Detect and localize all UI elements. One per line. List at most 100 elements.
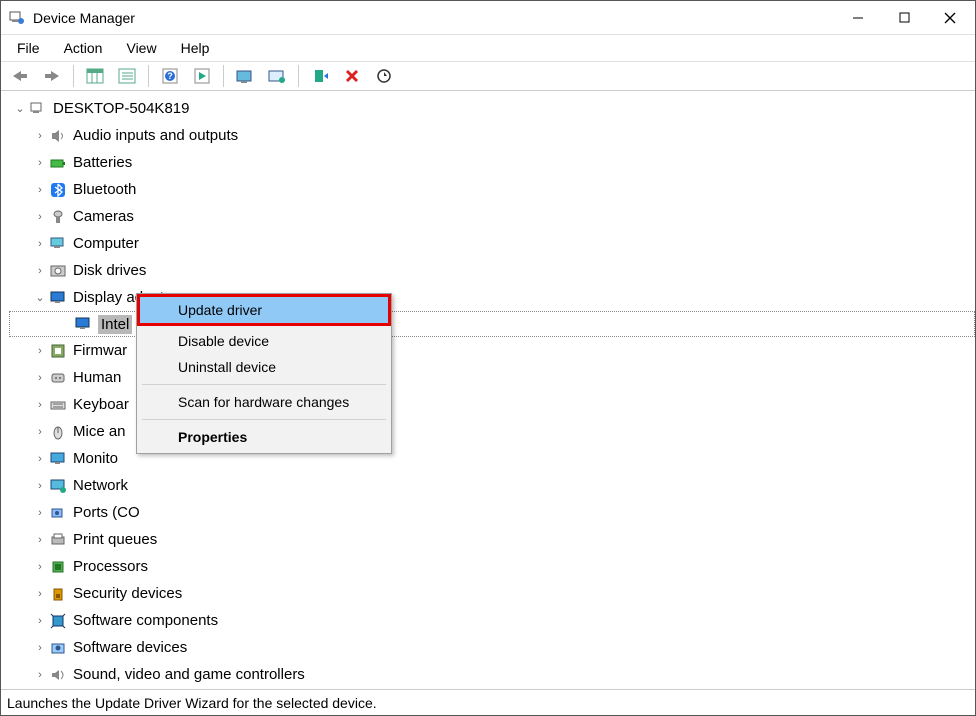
tree-node-label: Human [73, 369, 121, 386]
minimize-button[interactable] [835, 2, 881, 34]
highlight-annotation: Update driver [137, 294, 391, 326]
expander-icon[interactable]: ⌄ [33, 291, 47, 304]
toolbar-sep [298, 65, 299, 87]
tree-category[interactable]: › Bluetooth [9, 176, 975, 203]
expander-icon[interactable]: › [33, 588, 47, 600]
camera-icon [49, 208, 67, 226]
tree-category[interactable]: › Software devices [9, 634, 975, 661]
statusbar-text: Launches the Update Driver Wizard for th… [7, 695, 377, 711]
context-uninstall-device[interactable]: Uninstall device [140, 354, 388, 380]
tree-category[interactable]: › Computer [9, 230, 975, 257]
expander-icon[interactable]: › [33, 130, 47, 142]
expander-icon[interactable]: › [33, 265, 47, 277]
titlebar: Device Manager [1, 1, 975, 35]
expander-icon[interactable]: › [33, 426, 47, 438]
tree-root[interactable]: ⌄ DESKTOP-504K819 [13, 95, 975, 122]
context-menu: Update driver Disable device Uninstall d… [136, 293, 392, 454]
disk-icon [49, 262, 67, 280]
tree-category[interactable]: › Ports (CO [9, 499, 975, 526]
menu-view[interactable]: View [116, 38, 166, 58]
sound-icon [49, 666, 67, 684]
app-icon [9, 10, 25, 26]
keyboard-icon [49, 396, 67, 414]
tree-category[interactable]: ›Print queues [9, 526, 975, 553]
security-icon [49, 585, 67, 603]
tree-node-label: Audio inputs and outputs [73, 127, 238, 144]
computer-icon [49, 235, 67, 253]
tree-category[interactable]: › Audio inputs and outputs [9, 122, 975, 149]
toolbar-sep [223, 65, 224, 87]
context-properties[interactable]: Properties [140, 424, 388, 450]
toolbar-forward[interactable] [37, 64, 67, 88]
menu-action[interactable]: Action [54, 38, 113, 58]
expander-icon[interactable]: › [33, 534, 47, 546]
toolbar-list[interactable] [112, 64, 142, 88]
toolbar-properties[interactable] [230, 64, 260, 88]
menu-help[interactable]: Help [171, 38, 220, 58]
bluetooth-icon [49, 181, 67, 199]
expander-icon[interactable]: › [33, 184, 47, 196]
expander-icon[interactable]: › [33, 480, 47, 492]
expander-icon[interactable]: › [33, 399, 47, 411]
battery-icon [49, 154, 67, 172]
menu-file[interactable]: File [7, 38, 50, 58]
tree-category[interactable]: › Sound, video and game controllers [9, 661, 975, 688]
expander-icon[interactable]: › [33, 157, 47, 169]
network-icon [49, 477, 67, 495]
toolbar-back[interactable] [5, 64, 35, 88]
tree-category[interactable]: ›Processors [9, 553, 975, 580]
close-button[interactable] [927, 2, 973, 34]
toolbar-update-driver[interactable] [305, 64, 335, 88]
expander-icon[interactable]: › [33, 642, 47, 654]
monitor-icon [49, 450, 67, 468]
maximize-button[interactable] [881, 2, 927, 34]
tree-node-label: Network [73, 477, 128, 494]
tree-category[interactable]: › Disk drives [9, 257, 975, 284]
tree-node-label: Computer [73, 235, 139, 252]
firmware-icon [49, 342, 67, 360]
toolbar-action[interactable] [187, 64, 217, 88]
context-update-driver[interactable]: Update driver [140, 297, 388, 323]
tree-node-label: DESKTOP-504K819 [53, 100, 189, 117]
tree-node-label: Ports (CO [73, 504, 140, 521]
toolbar-scan-hardware[interactable] [369, 64, 399, 88]
expander-icon[interactable]: › [33, 453, 47, 465]
expander-icon[interactable]: › [33, 507, 47, 519]
menubar: File Action View Help [1, 35, 975, 61]
tree-node-label: Keyboar [73, 396, 129, 413]
expander-icon[interactable]: › [33, 669, 47, 681]
toolbar-computer[interactable] [262, 64, 292, 88]
display-icon [74, 315, 92, 333]
expander-icon[interactable]: › [33, 561, 47, 573]
tree-node-label: Sound, video and game controllers [73, 666, 305, 683]
tree-node-label: Disk drives [73, 262, 146, 279]
tree-category[interactable]: ›Software components [9, 607, 975, 634]
tree-category[interactable]: ›Security devices [9, 580, 975, 607]
softdevice-icon [49, 639, 67, 657]
tree-category[interactable]: ›Batteries [9, 149, 975, 176]
expander-icon[interactable]: ⌄ [13, 102, 27, 115]
speaker-icon [49, 127, 67, 145]
tree-category[interactable]: ›Storage controllers [9, 688, 975, 689]
tree-node-label: Bluetooth [73, 181, 136, 198]
tree-node-label: Software devices [73, 639, 187, 656]
statusbar: Launches the Update Driver Wizard for th… [1, 689, 975, 715]
expander-icon[interactable]: › [33, 345, 47, 357]
expander-icon[interactable]: › [33, 238, 47, 250]
port-icon [49, 504, 67, 522]
cpu-icon [49, 558, 67, 576]
toolbar-uninstall[interactable] [337, 64, 367, 88]
tree-category[interactable]: › Network [9, 472, 975, 499]
expander-icon[interactable]: › [33, 372, 47, 384]
toolbar-help[interactable]: ? [155, 64, 185, 88]
tree-node-label: Cameras [73, 208, 134, 225]
display-icon [49, 289, 67, 307]
context-disable-device[interactable]: Disable device [140, 328, 388, 354]
expander-icon[interactable]: › [33, 615, 47, 627]
printer-icon [49, 531, 67, 549]
expander-icon[interactable]: › [33, 211, 47, 223]
context-scan-hardware[interactable]: Scan for hardware changes [140, 389, 388, 415]
root-icon [29, 100, 47, 118]
toolbar-details[interactable] [80, 64, 110, 88]
tree-category[interactable]: › Cameras [9, 203, 975, 230]
